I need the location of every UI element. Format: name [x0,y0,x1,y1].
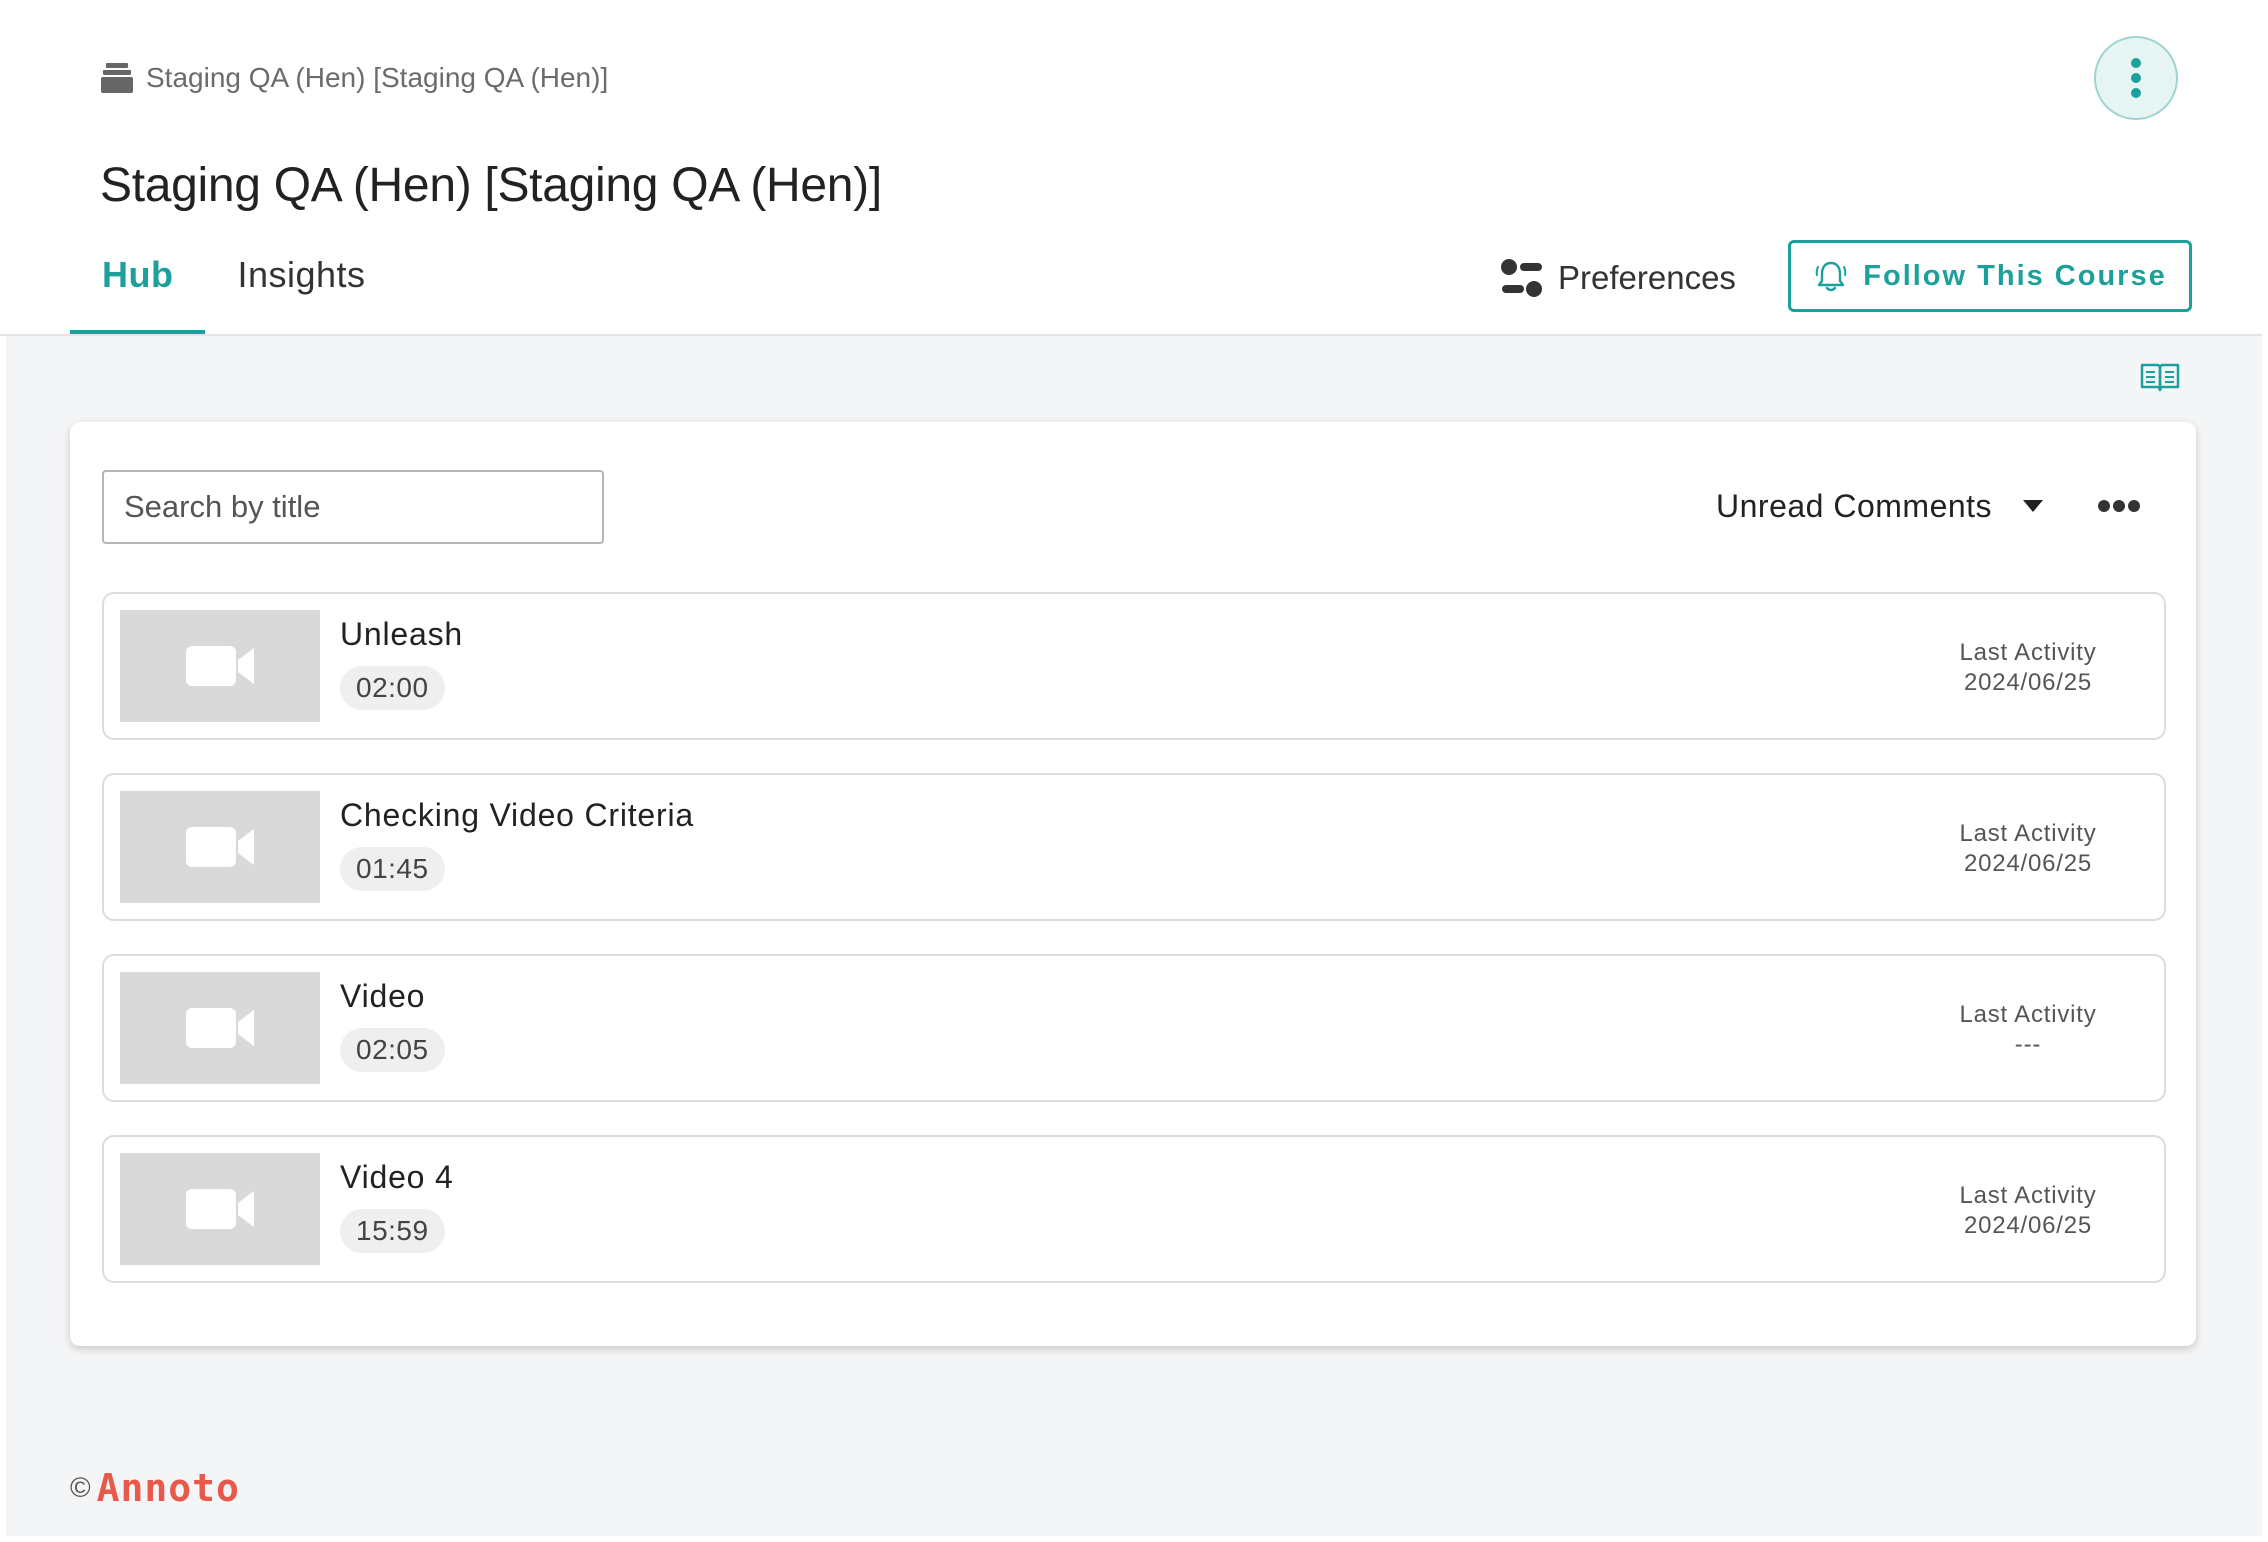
video-list-item[interactable]: Unleash 02:00 Last Activity 2024/06/25 [102,592,2166,740]
last-activity-value: 2024/06/25 [1963,669,2093,696]
annoto-logo[interactable]: Annoto [97,1466,240,1510]
last-activity: Last Activity 2024/06/25 [1928,638,2128,698]
video-thumbnail [120,791,320,903]
video-list-item[interactable]: Checking Video Criteria 01:45 Last Activ… [102,773,2166,921]
follow-course-button[interactable]: Follow This Course [1788,240,2192,312]
preferences-toggle-icon [1501,259,1542,297]
last-activity-value: 2024/06/25 [1963,850,2093,877]
last-activity-label: Last Activity [1959,1001,2097,1028]
video-title: Video [340,978,426,1014]
video-camera-icon [186,1189,254,1229]
video-thumbnail [120,610,320,722]
page-title: Staging QA (Hen) [Staging QA (Hen)] [100,159,882,212]
video-list-item[interactable]: Video 4 15:59 Last Activity 2024/06/25 [102,1135,2166,1283]
page-header: Staging QA (Hen) [Staging QA (Hen)] Stag… [0,0,2262,336]
video-thumbnail [120,1153,320,1265]
search-input[interactable] [102,470,604,544]
bell-icon [1815,261,1847,292]
last-activity: Last Activity --- [1928,1000,2128,1060]
video-duration: 15:59 [340,1209,445,1253]
course-stack-icon [101,63,133,93]
tab-hub[interactable]: Hub [70,240,206,334]
last-activity-label: Last Activity [1959,639,2097,666]
last-activity-value: --- [2014,1031,2042,1058]
tab-insights[interactable]: Insights [205,240,397,334]
breadcrumb-label: Staging QA (Hen) [Staging QA (Hen)] [146,62,609,93]
sort-dropdown[interactable]: Unread Comments [1716,480,2044,532]
video-title: Checking Video Criteria [340,797,694,833]
vertical-dots-icon [2131,58,2141,98]
last-activity-value: 2024/06/25 [1963,1212,2093,1239]
video-thumbnail [120,972,320,1084]
last-activity: Last Activity 2024/06/25 [1928,819,2128,879]
preferences-label: Preferences [1558,259,1736,296]
video-camera-icon [186,827,254,867]
video-duration: 02:00 [340,666,445,710]
caret-down-icon [2023,500,2044,512]
video-duration: 01:45 [340,847,445,891]
footer: © Annoto [70,1466,240,1510]
video-list-item[interactable]: Video 02:05 Last Activity --- [102,954,2166,1102]
horizontal-dots-icon [2098,500,2140,512]
video-title: Unleash [340,616,464,652]
video-camera-icon [186,1008,254,1048]
last-activity-label: Last Activity [1959,820,2097,847]
list-more-options-button[interactable] [2094,486,2144,526]
video-camera-icon [186,646,254,686]
last-activity-label: Last Activity [1959,1182,2097,1209]
video-list-card: Unread Comments Unleash [70,422,2196,1346]
video-title: Video 4 [340,1159,454,1195]
video-list: Unleash 02:00 Last Activity 2024/06/25 C… [102,592,2166,1316]
follow-course-label: Follow This Course [1863,259,2167,292]
tab-bar: Hub Insights [70,240,398,334]
preferences-button[interactable]: Preferences [1500,252,1736,304]
last-activity: Last Activity 2024/06/25 [1928,1181,2128,1241]
sort-label: Unread Comments [1716,487,1993,524]
copyright-symbol: © [70,1472,91,1503]
more-options-button[interactable] [2094,36,2178,120]
breadcrumb[interactable]: Staging QA (Hen) [Staging QA (Hen)] [100,56,608,100]
video-duration: 02:05 [340,1028,445,1072]
open-book-icon[interactable] [2140,360,2180,394]
app-root: Staging QA (Hen) [Staging QA (Hen)] Stag… [0,0,2262,1536]
